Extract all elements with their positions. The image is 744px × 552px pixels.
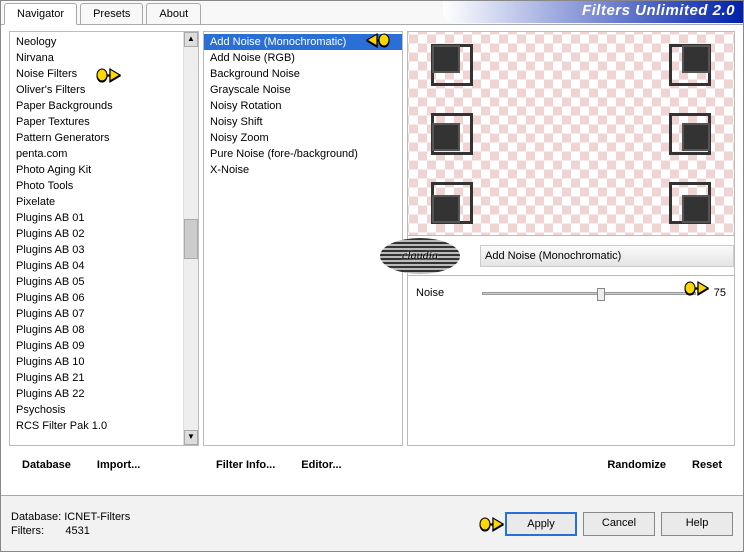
category-item[interactable]: RCS Filter Pak 1.0: [10, 418, 183, 434]
apply-button[interactable]: Apply: [505, 512, 577, 536]
pointer-icon: [477, 514, 505, 534]
category-item[interactable]: Plugins AB 01: [10, 210, 183, 226]
filter-item[interactable]: X-Noise: [204, 162, 402, 178]
filter-item[interactable]: Add Noise (RGB): [204, 50, 402, 66]
preview-image: [407, 31, 735, 236]
filter-item[interactable]: Noisy Rotation: [204, 98, 402, 114]
category-column: NeologyNirvanaNoise FiltersOliver's Filt…: [9, 31, 199, 480]
filters-count: 4531: [65, 525, 89, 537]
help-button[interactable]: Help: [661, 512, 733, 536]
filter-item[interactable]: Background Noise: [204, 66, 402, 82]
category-item[interactable]: Pattern Generators: [10, 130, 183, 146]
category-item[interactable]: Photo Aging Kit: [10, 162, 183, 178]
filters-list[interactable]: Add Noise (Monochromatic)Add Noise (RGB)…: [204, 32, 402, 445]
category-item[interactable]: Plugins AB 04: [10, 258, 183, 274]
parameters-panel: Noise 75: [407, 276, 735, 446]
category-item[interactable]: Neology: [10, 34, 183, 50]
category-item[interactable]: Plugins AB 10: [10, 354, 183, 370]
cancel-button[interactable]: Cancel: [583, 512, 655, 536]
footer: Database: ICNET-Filters Filters: 4531 Ap…: [1, 495, 743, 551]
category-item[interactable]: Plugins AB 02: [10, 226, 183, 242]
main-area: NeologyNirvanaNoise FiltersOliver's Filt…: [1, 25, 743, 480]
filter-title-row: claudia Add Noise (Monochromatic): [407, 236, 735, 276]
param-label: Noise: [416, 287, 476, 299]
param-row: Noise 75: [416, 282, 726, 304]
category-item[interactable]: Paper Textures: [10, 114, 183, 130]
category-item[interactable]: Oliver's Filters: [10, 82, 183, 98]
param-value: 75: [702, 287, 726, 299]
filters-label: Filters:: [11, 525, 44, 537]
scroll-track[interactable]: [184, 47, 198, 430]
filter-item[interactable]: Add Noise (Monochromatic): [204, 34, 402, 50]
filter-item[interactable]: Noisy Zoom: [204, 130, 402, 146]
category-item[interactable]: Nirvana: [10, 50, 183, 66]
editor-button[interactable]: Editor...: [288, 452, 354, 478]
category-item[interactable]: Plugins AB 05: [10, 274, 183, 290]
category-item[interactable]: Plugins AB 08: [10, 322, 183, 338]
current-filter-title: Add Noise (Monochromatic): [480, 245, 734, 267]
filter-column: Add Noise (Monochromatic)Add Noise (RGB)…: [203, 31, 403, 480]
categories-list[interactable]: NeologyNirvanaNoise FiltersOliver's Filt…: [10, 32, 183, 445]
watermark-badge: claudia: [380, 238, 460, 274]
slider-thumb[interactable]: [597, 288, 605, 301]
reset-button[interactable]: Reset: [679, 452, 735, 478]
filter-info-button[interactable]: Filter Info...: [203, 452, 288, 478]
category-item[interactable]: Plugins AB 07: [10, 306, 183, 322]
category-item[interactable]: Photo Tools: [10, 178, 183, 194]
db-label: Database:: [11, 511, 61, 523]
preview-column: claudia Add Noise (Monochromatic) Noise 7…: [407, 31, 735, 480]
category-item[interactable]: penta.com: [10, 146, 183, 162]
category-item[interactable]: Psychosis: [10, 402, 183, 418]
tab-navigator[interactable]: Navigator: [4, 3, 77, 25]
category-item[interactable]: Paper Backgrounds: [10, 98, 183, 114]
footer-info: Database: ICNET-Filters Filters: 4531: [11, 510, 130, 538]
category-item[interactable]: Noise Filters: [10, 66, 183, 82]
category-item[interactable]: Plugins AB 21: [10, 370, 183, 386]
filter-item[interactable]: Grayscale Noise: [204, 82, 402, 98]
category-item[interactable]: Plugins AB 06: [10, 290, 183, 306]
category-item[interactable]: Plugins AB 03: [10, 242, 183, 258]
tab-presets[interactable]: Presets: [80, 3, 143, 24]
scroll-down-button[interactable]: ▼: [184, 430, 198, 445]
filter-item[interactable]: Noisy Shift: [204, 114, 402, 130]
filter-item[interactable]: Pure Noise (fore-/background): [204, 146, 402, 162]
app-title: Filters Unlimited 2.0: [582, 2, 735, 19]
db-name: ICNET-Filters: [64, 511, 130, 523]
category-item[interactable]: Plugins AB 22: [10, 386, 183, 402]
randomize-button[interactable]: Randomize: [594, 452, 679, 478]
import-button[interactable]: Import...: [84, 452, 153, 478]
param-slider[interactable]: [482, 292, 696, 295]
categories-scrollbar[interactable]: ▲ ▼: [183, 32, 198, 445]
scroll-up-button[interactable]: ▲: [184, 32, 198, 47]
database-button[interactable]: Database: [9, 452, 84, 478]
tab-about[interactable]: About: [146, 3, 201, 24]
category-item[interactable]: Pixelate: [10, 194, 183, 210]
tab-bar: Navigator Presets About Filters Unlimite…: [1, 1, 743, 25]
scroll-thumb[interactable]: [184, 219, 198, 259]
category-item[interactable]: Plugins AB 09: [10, 338, 183, 354]
